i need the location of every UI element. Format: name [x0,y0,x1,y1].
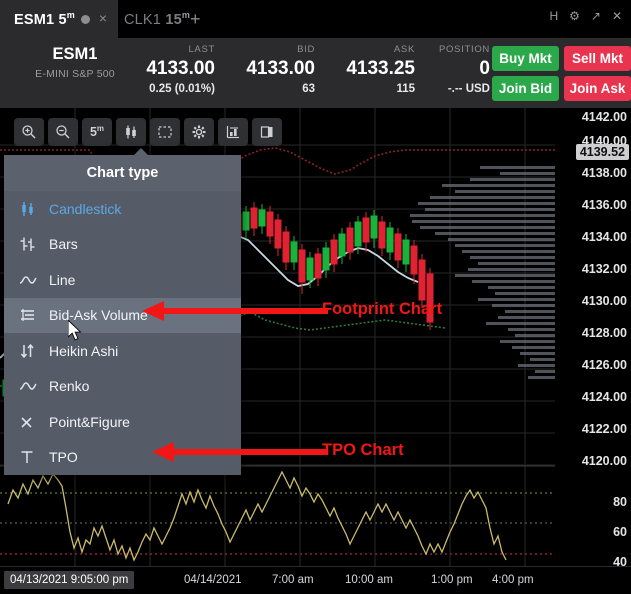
quote-last: LAST 4133.00 0.25 (0.01%) [95,44,215,95]
menu-item-label: Line [49,272,75,288]
popout-icon[interactable]: ↗ [591,10,601,22]
trading-chart-window: ESM1 5m × CLK1 15m + H ⚙ ↗ ✕ ESM1 E-MINI… [0,0,631,594]
mouse-cursor [68,320,84,342]
quote-position: POSITION 0 -.-- USD [395,44,490,95]
menu-item-label: Bid-Ask Volume [49,307,148,323]
price-tick: 4138.00 [582,166,627,180]
chart-toolbar: 5m [14,118,282,146]
menu-item-renko[interactable]: Renko [4,369,241,405]
current-price-label: 4139.52 [576,144,629,160]
join-ask-button[interactable]: Join Ask [564,76,631,101]
tab-esm1-label: ESM1 5m [14,10,75,28]
menu-item-point-and-figure[interactable]: Point&Figure [4,404,241,440]
chart-type-menu-title: Chart type [4,155,241,191]
time-tick: 4:00 pm [492,574,534,586]
zoom-in-icon[interactable] [14,118,44,146]
selection-icon[interactable] [150,118,180,146]
menu-item-label: Heikin Ashi [49,343,118,359]
sell-market-button[interactable]: Sell Mkt [564,46,631,71]
menu-item-label: TPO [49,449,78,465]
price-tick: 4136.00 [582,198,627,212]
crosshair-time-label: 04/13/2021 9:05:00 pm [4,571,134,589]
indicator-icon[interactable] [218,118,248,146]
price-tick: 4120.00 [582,454,627,468]
gear-icon[interactable]: ⚙ [569,10,580,22]
settings-gear-icon[interactable] [184,118,214,146]
menu-item-label: Candlestick [49,201,121,217]
menu-item-line[interactable]: Line [4,262,241,298]
footprint-chart-annotation: Footprint Chart [322,300,442,319]
tab-status-dot [81,15,90,24]
time-tick: 04/14/2021 [184,574,242,586]
time-tick: 10:00 am [345,574,393,586]
price-tick: 4134.00 [582,230,627,244]
price-tick: 4122.00 [582,422,627,436]
quote-bid-value: 4133.00 [215,58,315,80]
time-tick: 1:00 pm [431,574,473,586]
quote-bid-size: 63 [215,83,315,95]
price-tick: 4124.00 [582,390,627,404]
menu-item-heikin-ashi[interactable]: Heikin Ashi [4,333,241,369]
bars-icon [19,236,49,252]
time-axis[interactable]: 04/13/2021 9:05:00 pm 04/14/2021 7:00 am… [0,566,631,594]
instrument-header: ESM1 E-MINI S&P 500 LAST 4133.00 0.25 (0… [0,38,631,108]
quote-last-change: 0.25 (0.01%) [95,83,215,95]
menu-item-label: Bars [49,236,78,252]
timeframe-label: 5m [90,124,104,139]
price-axis[interactable]: 4142.00 4140.00 4139.52 4138.00 4136.00 … [555,108,631,566]
rsi-tick: 60 [613,525,627,539]
window-controls: H ⚙ ↗ ✕ [549,10,622,22]
price-tick: 4128.00 [582,326,627,340]
quote-last-value: 4133.00 [95,58,215,80]
trade-buttons: Buy Mkt Sell Mkt Join Bid Join Ask [492,46,631,106]
chart-type-icon[interactable] [116,118,146,146]
quote-bid-label: BID [215,44,315,55]
price-tick: 4130.00 [582,294,627,308]
tab-bar: ESM1 5m × CLK1 15m + H ⚙ ↗ ✕ [0,0,631,38]
layout-icon[interactable] [252,118,282,146]
line-icon [19,272,49,288]
zoom-out-icon[interactable] [48,118,78,146]
history-icon[interactable]: H [549,10,558,22]
menu-item-label: Point&Figure [49,414,130,430]
menu-item-label: Renko [49,378,89,394]
point-and-figure-icon [19,414,49,430]
menu-item-candlestick[interactable]: Candlestick [4,191,241,227]
tab-clk1-label: CLK1 15m [124,10,190,28]
time-tick: 7:00 am [272,574,314,586]
candlestick-icon [19,201,49,217]
buy-market-button[interactable]: Buy Mkt [492,46,559,71]
footprint-chart-arrow [140,300,330,322]
position-pnl: -.-- USD [395,83,490,95]
join-bid-button[interactable]: Join Bid [492,76,559,101]
rsi-tick: 80 [613,495,627,509]
timeframe-button[interactable]: 5m [82,118,112,146]
price-tick: 4126.00 [582,358,627,372]
tpo-icon [19,449,49,465]
renko-icon [19,378,49,394]
close-icon[interactable]: ✕ [612,10,622,22]
menu-item-bars[interactable]: Bars [4,227,241,263]
tpo-chart-annotation: TPO Chart [322,441,404,460]
price-tick: 4132.00 [582,262,627,276]
position-value: 0 [395,58,490,80]
quote-bid: BID 4133.00 63 [215,44,315,95]
bid-ask-volume-icon [19,307,49,323]
tpo-chart-arrow [150,441,330,463]
tab-close-icon[interactable]: × [96,12,110,26]
price-tick: 4142.00 [582,110,627,124]
add-tab-button[interactable]: + [190,10,201,28]
menu-pointer [133,148,149,156]
position-label: POSITION [395,44,490,55]
quote-last-label: LAST [95,44,215,55]
heikin-ashi-icon [19,343,49,359]
